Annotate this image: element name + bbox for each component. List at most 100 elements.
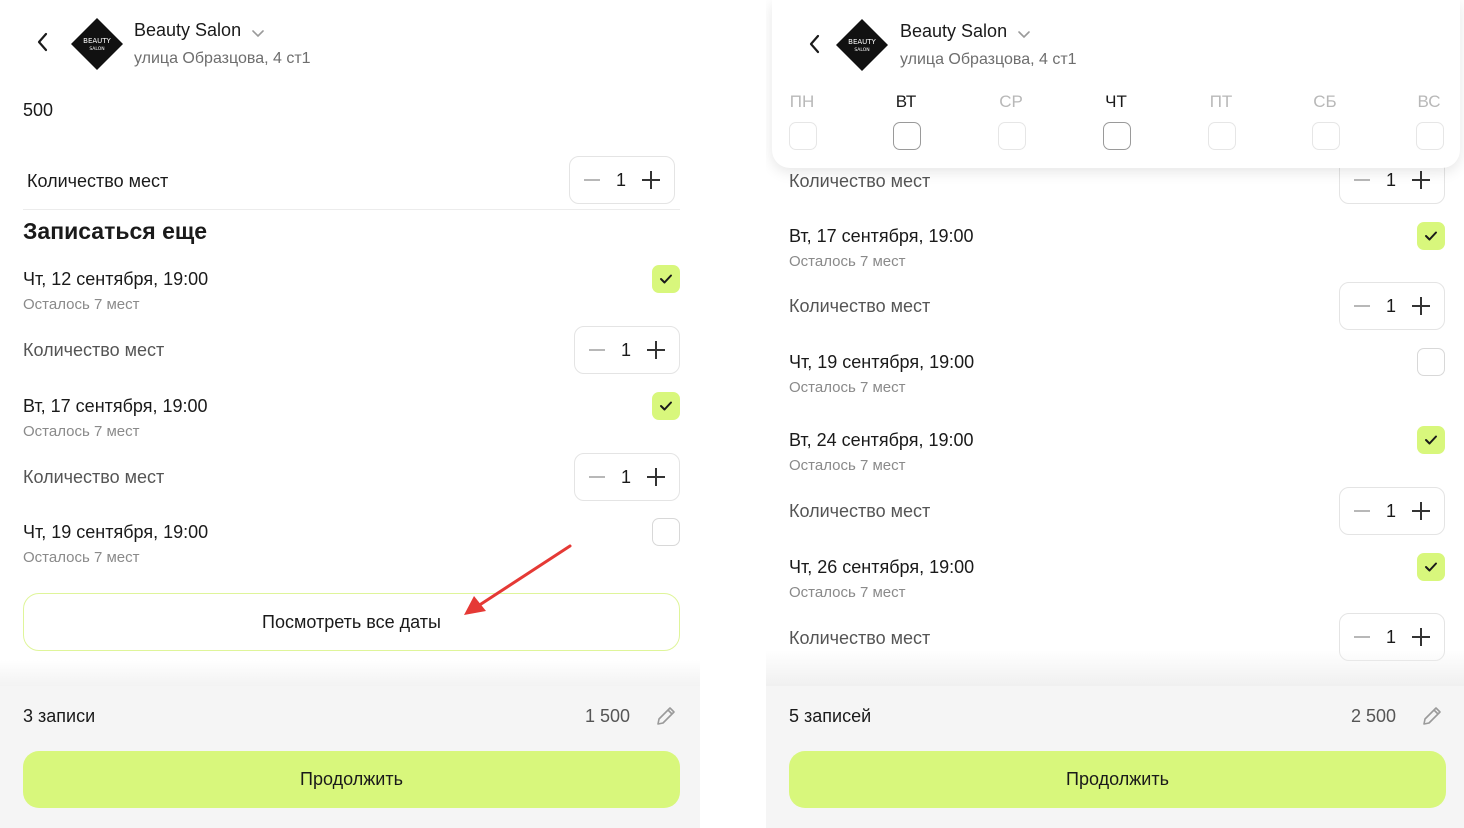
bookings-total: 2 500 — [1350, 706, 1396, 726]
seats-value: 1 — [620, 339, 631, 360]
session-checkbox[interactable] — [652, 265, 680, 293]
pencil-icon[interactable] — [1420, 704, 1444, 728]
session-checkbox[interactable] — [652, 518, 680, 546]
session-date: Вт, 17 сентября, 19:00 — [23, 396, 208, 416]
seats-stepper: 1 — [1339, 282, 1445, 330]
weekday-checkbox[interactable] — [1312, 122, 1340, 150]
seats-left: Осталось 7 мест — [23, 549, 140, 566]
seats-left: Осталось 7 мест — [789, 379, 906, 396]
continue-button[interactable]: Продолжить — [23, 751, 680, 808]
view-all-dates-button[interactable]: Посмотреть все даты — [23, 593, 680, 651]
plus-button[interactable] — [1411, 171, 1430, 189]
session-checkbox[interactable] — [1417, 553, 1445, 581]
booking-panel-left: BEAUTY SALON Beauty Salon улица Образцов… — [0, 0, 700, 828]
booking-panel-right: Количество мест 1 Вт, 17 сентября, 19:00… — [766, 0, 1464, 828]
session-date: Вт, 24 сентября, 19:00 — [789, 430, 974, 450]
summary-footer: 3 записи 1 500 Продолжить — [0, 686, 700, 828]
seats-label: Количество мест — [789, 296, 931, 316]
weekday-checkbox[interactable] — [1208, 122, 1236, 150]
svg-text:BEAUTY: BEAUTY — [848, 38, 876, 46]
seats-left: Осталось 7 мест — [23, 296, 140, 313]
bookings-count: 3 записи — [23, 706, 96, 726]
seats-stepper: 1 — [574, 453, 680, 501]
chevron-down-icon — [1017, 25, 1031, 39]
session-checkbox[interactable] — [1417, 426, 1445, 454]
minus-button[interactable] — [1354, 172, 1370, 188]
minus-button[interactable] — [1354, 629, 1370, 645]
weekday-label: ПН — [789, 92, 815, 111]
plus-button[interactable] — [1411, 502, 1430, 520]
summary-footer: 5 записей 2 500 Продолжить — [766, 686, 1464, 828]
svg-text:SALON: SALON — [854, 47, 869, 53]
salon-name: Beauty Salon — [134, 20, 242, 40]
continue-button[interactable]: Продолжить — [789, 751, 1446, 808]
minus-button[interactable] — [1354, 298, 1370, 314]
plus-button[interactable] — [646, 341, 665, 359]
bookings-count: 5 записей — [789, 706, 872, 726]
salon-logo: BEAUTY SALON — [835, 18, 889, 72]
session-date: Чт, 26 сентября, 19:00 — [789, 557, 975, 577]
weekday-label: ПТ — [1209, 92, 1233, 111]
sticky-header: BEAUTY SALON Beauty Salon улица Образцов… — [772, 0, 1460, 168]
panel-gap — [700, 0, 766, 828]
weekday-checkbox[interactable] — [789, 122, 817, 150]
seats-left: Осталось 7 мест — [789, 584, 906, 601]
seats-label: Количество мест — [789, 501, 931, 521]
seats-label: Количество мест — [789, 171, 931, 191]
session-date: Чт, 19 сентября, 19:00 — [789, 352, 975, 372]
session-checkbox[interactable] — [1417, 348, 1445, 376]
seats-value: 1 — [615, 169, 626, 190]
salon-logo: BEAUTY SALON — [70, 17, 124, 71]
minus-button[interactable] — [589, 469, 605, 485]
weekday-checkbox[interactable] — [893, 122, 921, 150]
seats-value: 1 — [1385, 500, 1396, 521]
seats-value: 1 — [1385, 169, 1396, 190]
weekday-checkbox[interactable] — [998, 122, 1026, 150]
plus-button[interactable] — [646, 468, 665, 486]
salon-selector[interactable]: Beauty Salon — [134, 20, 265, 41]
seats-stepper: 1 — [574, 326, 680, 374]
weekday-checkbox[interactable] — [1416, 122, 1444, 150]
annotation-arrow-icon — [460, 540, 575, 620]
plus-button[interactable] — [1411, 628, 1430, 646]
minus-button[interactable] — [589, 342, 605, 358]
weekday-checkbox[interactable] — [1103, 122, 1131, 150]
scroll-fade — [766, 650, 1464, 686]
salon-address: улица Образцова, 4 ст1 — [900, 51, 1077, 68]
salon-name: Beauty Salon — [900, 21, 1008, 41]
seats-value: 1 — [620, 466, 631, 487]
session-checkbox[interactable] — [652, 392, 680, 420]
seats-left: Осталось 7 мест — [23, 423, 140, 440]
session-checkbox[interactable] — [1417, 222, 1445, 250]
svg-text:SALON: SALON — [89, 46, 104, 52]
seats-stepper: 1 — [569, 156, 675, 204]
bookings-total: 1 500 — [584, 706, 630, 726]
section-title: Записаться еще — [23, 218, 208, 244]
session-date: Чт, 12 сентября, 19:00 — [23, 269, 209, 289]
plus-button[interactable] — [641, 171, 660, 189]
plus-button[interactable] — [1411, 297, 1430, 315]
seats-label: Количество мест — [789, 628, 931, 648]
price-value: 500 — [23, 100, 54, 120]
divider — [23, 209, 680, 210]
svg-text:BEAUTY: BEAUTY — [83, 37, 111, 45]
weekday-label: ВТ — [895, 92, 917, 111]
seats-label: Количество мест — [23, 467, 165, 487]
pencil-icon[interactable] — [654, 704, 678, 728]
minus-button[interactable] — [584, 172, 600, 188]
session-date: Чт, 19 сентября, 19:00 — [23, 522, 209, 542]
session-date: Вт, 17 сентября, 19:00 — [789, 226, 974, 246]
back-arrow-icon[interactable] — [30, 30, 54, 54]
seats-left: Осталось 7 мест — [789, 457, 906, 474]
chevron-down-icon — [251, 24, 265, 38]
weekday-label: ЧТ — [1105, 92, 1127, 111]
seats-stepper: 1 — [1339, 487, 1445, 535]
seats-left: Осталось 7 мест — [789, 253, 906, 270]
salon-selector[interactable]: Beauty Salon — [900, 21, 1031, 42]
back-arrow-icon[interactable] — [802, 32, 826, 56]
weekday-label: ВС — [1417, 92, 1441, 111]
minus-button[interactable] — [1354, 503, 1370, 519]
seats-label: Количество мест — [23, 340, 165, 360]
seats-value: 1 — [1385, 295, 1396, 316]
salon-header: BEAUTY SALON Beauty Salon улица Образцов… — [0, 0, 700, 80]
